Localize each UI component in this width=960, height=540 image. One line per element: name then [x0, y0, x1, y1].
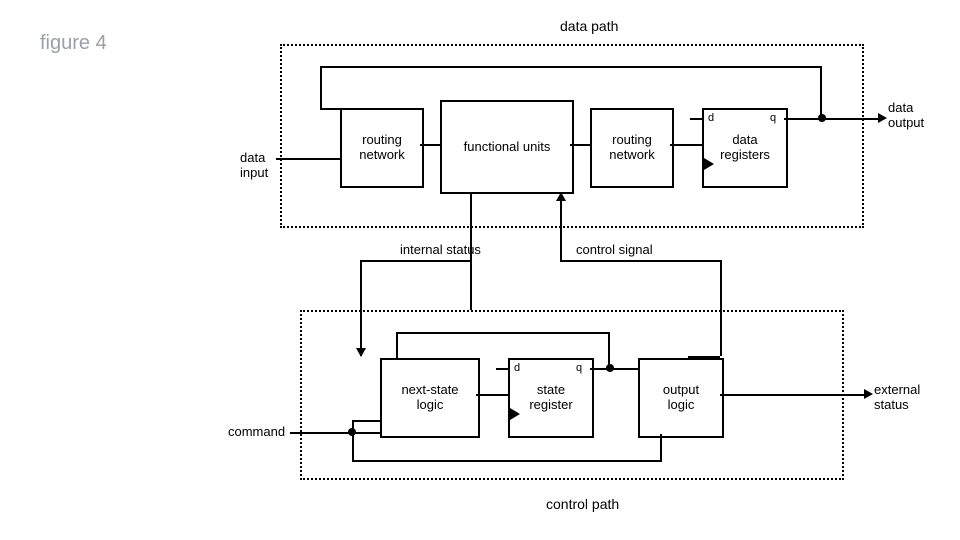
port-d-data-reg: d	[708, 112, 714, 124]
wire	[608, 332, 610, 368]
wire-internal-status	[470, 192, 472, 310]
wire	[352, 420, 380, 422]
wire	[352, 432, 354, 460]
label-command: command	[228, 424, 285, 439]
label-data-output: data output	[888, 100, 924, 130]
wire	[690, 118, 702, 120]
wire	[570, 144, 590, 146]
arrow-right-icon	[878, 113, 887, 123]
label-external-status: external status	[874, 382, 920, 412]
clk-icon	[510, 408, 520, 420]
clk-icon	[704, 158, 714, 170]
wire	[820, 66, 822, 118]
block-functional-units: functional units	[440, 100, 574, 194]
wire	[660, 434, 662, 462]
label-control-signal: control signal	[576, 242, 653, 257]
port-d-state-reg: d	[514, 362, 520, 374]
datapath-title: data path	[560, 18, 618, 34]
block-next-state-logic: next-state logic	[380, 358, 480, 438]
wire	[476, 394, 508, 396]
wire	[396, 332, 398, 358]
wire	[360, 260, 470, 262]
figure-caption: figure 4	[40, 32, 107, 55]
block-routing-network-out: routing network	[590, 108, 674, 188]
arrow-right-icon	[864, 389, 873, 399]
wire	[420, 144, 440, 146]
wire	[560, 260, 720, 262]
label-internal-status: internal status	[400, 242, 481, 257]
controlpath-title: control path	[546, 496, 619, 512]
wire	[496, 368, 508, 370]
wire-external-status	[720, 394, 864, 396]
wire	[670, 144, 702, 146]
wire-data-input	[276, 158, 340, 160]
wire-command	[290, 432, 382, 434]
diagram-stage: { "figure_caption": "figure 4", "datapat…	[0, 0, 960, 540]
wire-control-signal	[560, 200, 562, 260]
port-q-state-reg: q	[576, 362, 582, 374]
wire	[396, 332, 610, 334]
wire	[320, 66, 322, 108]
arrow-up-icon	[556, 192, 566, 201]
wire	[320, 66, 822, 68]
wire	[352, 460, 662, 462]
wire-data-output	[784, 118, 878, 120]
block-routing-network-in: routing network	[340, 108, 424, 188]
block-output-logic: output logic	[638, 358, 724, 438]
wire	[320, 108, 340, 110]
port-q-data-reg: q	[770, 112, 776, 124]
label-data-input: data input	[240, 150, 268, 180]
wire	[590, 368, 638, 370]
